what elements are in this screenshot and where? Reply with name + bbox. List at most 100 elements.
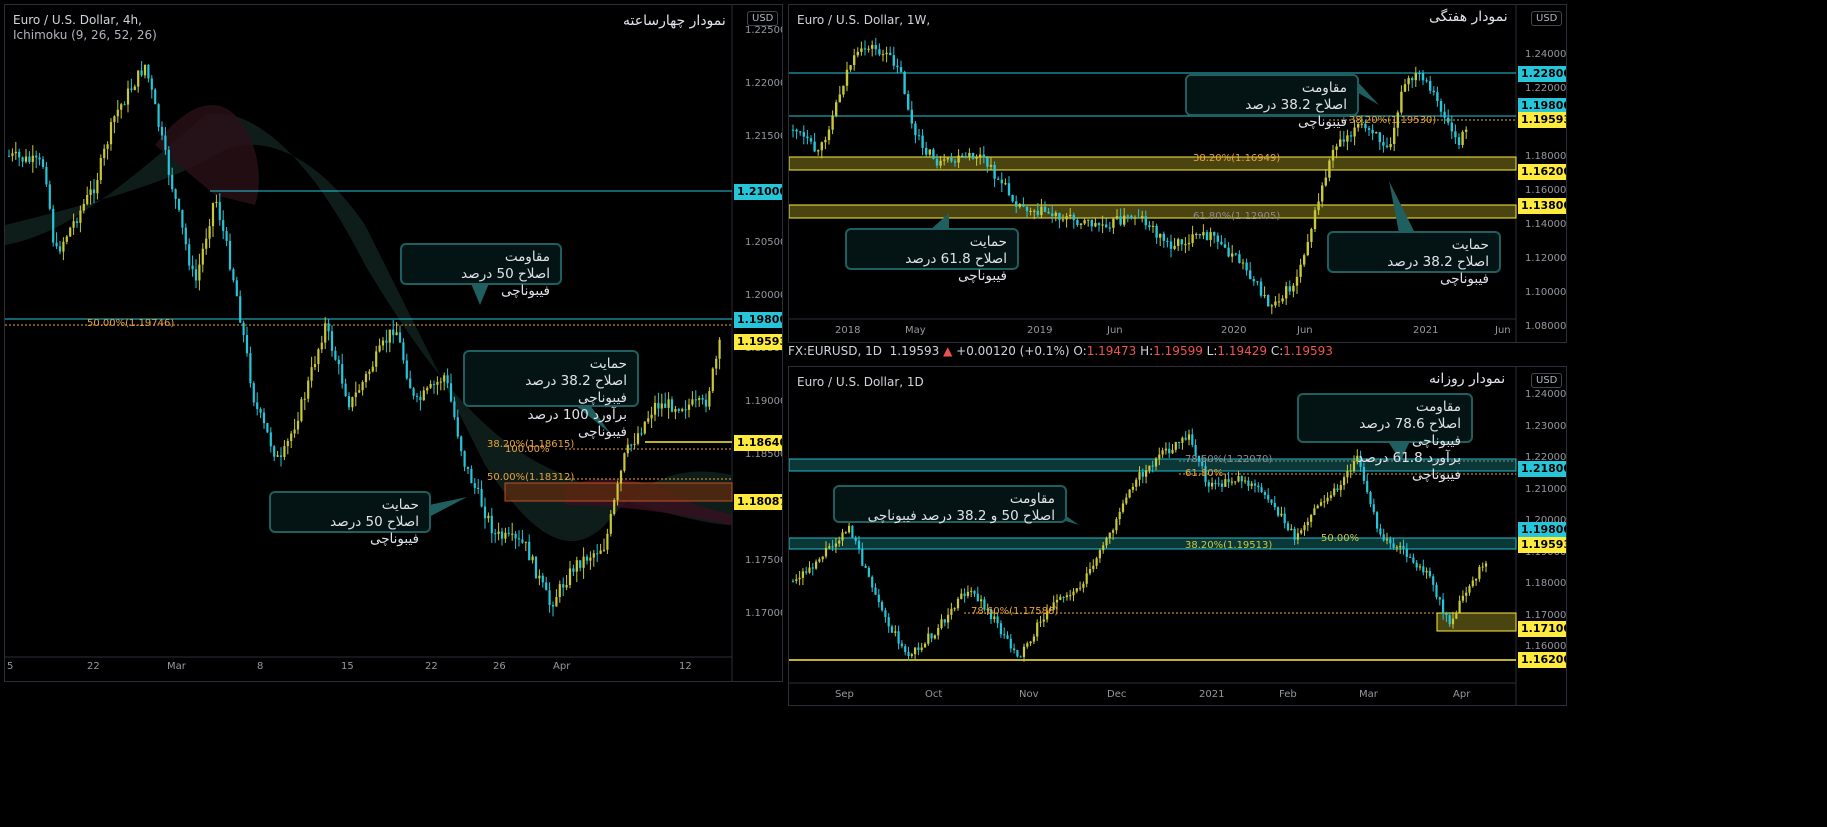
candle-body (1438, 597, 1441, 600)
candle-body (79, 210, 82, 223)
candle-body (242, 322, 245, 336)
candle-body (1290, 528, 1293, 531)
annotation-resistance[interactable]: مقاومت اصلاح 38.2 درصد فیبوناچی (1185, 74, 1359, 130)
candle-body (106, 144, 109, 149)
candle-body (1000, 179, 1003, 184)
candle-body (1324, 177, 1327, 186)
candle-body (711, 368, 714, 392)
symbol-label: Euro / U.S. Dollar, 1W, (797, 13, 931, 27)
candle-body (1326, 497, 1329, 502)
candle-body (1346, 471, 1349, 478)
candle-body (975, 157, 978, 159)
candle-body (11, 153, 14, 156)
candle-body (1230, 481, 1233, 483)
candle-body (313, 364, 317, 368)
candle-body (1343, 477, 1346, 486)
candle-body (1009, 638, 1012, 649)
candle-body (1468, 586, 1471, 593)
candle-body (541, 575, 544, 583)
candle-body (239, 296, 242, 323)
annotation-resistance[interactable]: مقاومت اصلاح 78.6 درصد فیبوناچی برآورد 6… (1297, 393, 1473, 483)
candle-body (1195, 233, 1198, 235)
candle-body (1123, 215, 1126, 225)
price-label: 1.19593 (1518, 112, 1566, 128)
candle-body (1148, 225, 1151, 227)
candle-body (1083, 220, 1086, 224)
candle-body (351, 397, 354, 408)
currency-badge[interactable]: USD (1531, 11, 1563, 26)
candle-body (38, 157, 41, 160)
candle-body (1411, 78, 1414, 81)
candle-body (1227, 247, 1230, 257)
candle-body (808, 567, 811, 573)
candle-body (558, 584, 561, 598)
candle-body (1306, 521, 1309, 526)
candle-body (426, 387, 429, 391)
price-tick: 1.22500 (745, 25, 783, 36)
candle-body (1296, 533, 1299, 540)
chart-panel-weekly[interactable]: Euro / U.S. Dollar, 1W, نمودار هفتگی USD… (788, 4, 1567, 343)
time-tick: 12 (679, 661, 692, 672)
candle-body (861, 549, 864, 566)
chart-panel-daily[interactable]: Euro / U.S. Dollar, 1D نمودار روزانه USD… (788, 366, 1567, 706)
candle-body (1237, 476, 1240, 482)
candle-body (1220, 483, 1224, 487)
annotation-support[interactable]: حمایت اصلاح 38.2 درصد فیبوناچی برآورد 10… (463, 350, 639, 440)
candle-body (930, 633, 933, 639)
candle-body (854, 537, 857, 541)
candle-body (1079, 223, 1083, 225)
candle-body (1450, 122, 1453, 132)
candle-body (828, 546, 831, 548)
last-price: 1.19593 (889, 344, 940, 358)
annotation-support[interactable]: حمایت اصلاح 50 درصد فیبوناچی (269, 491, 431, 547)
candle-body (1112, 530, 1115, 533)
annotation-support[interactable]: حمایت اصلاح 38.2 درصد فیبوناچی (1327, 231, 1501, 287)
candle-body (1299, 264, 1302, 277)
candle-body (917, 647, 920, 650)
candle-body (215, 202, 218, 204)
candles-weekly (789, 5, 1517, 342)
candle-body (860, 48, 863, 52)
candle-body (534, 556, 538, 579)
candle-body (483, 506, 487, 519)
candle-body (925, 147, 928, 155)
candle-body (1461, 131, 1464, 145)
candle-body (1280, 513, 1283, 516)
candle-body (96, 180, 99, 194)
candle-body (1133, 217, 1137, 219)
candle-body (320, 342, 323, 350)
candle-body (935, 158, 939, 166)
candle-body (831, 546, 834, 548)
currency-badge[interactable]: USD (747, 11, 779, 26)
candle-body (201, 248, 204, 265)
annotation-support[interactable]: حمایت اصلاح 61.8 درصد فیبوناچی (845, 228, 1019, 284)
candle-body (1306, 241, 1309, 256)
candle-body (58, 246, 62, 252)
candle-body (1447, 117, 1450, 123)
candle-body (1036, 622, 1039, 637)
annotation-resistance[interactable]: مقاومت اصلاح 50 و 38.2 درصد فیبوناچی (833, 485, 1067, 524)
candle-body (997, 178, 1000, 180)
candle-body (1029, 641, 1032, 644)
candle-body (524, 541, 527, 543)
candle-body (1257, 485, 1260, 488)
time-tick: 2021 (1413, 325, 1439, 336)
candle-body (1166, 240, 1169, 242)
candle-body (164, 135, 167, 150)
currency-badge[interactable]: USD (1531, 373, 1563, 388)
candle-body (892, 55, 895, 66)
candle-body (1249, 270, 1252, 280)
candle-body (354, 392, 357, 398)
candle-body (211, 203, 215, 227)
candle-body (1375, 132, 1378, 134)
annotation-resistance[interactable]: مقاومت اصلاح 50 درصد فیبوناچی (400, 243, 562, 299)
candle-body (971, 152, 975, 159)
candle-body (443, 375, 446, 382)
candle-body (986, 157, 989, 167)
chart-panel-4h[interactable]: Euro / U.S. Dollar, 4h, Ichimoku (9, 26,… (4, 4, 783, 682)
candle-body (572, 568, 575, 572)
candle-body (262, 412, 266, 424)
candle-body (1303, 255, 1306, 265)
price-tick: 1.18000 (1525, 151, 1567, 162)
candle-body (957, 155, 960, 163)
